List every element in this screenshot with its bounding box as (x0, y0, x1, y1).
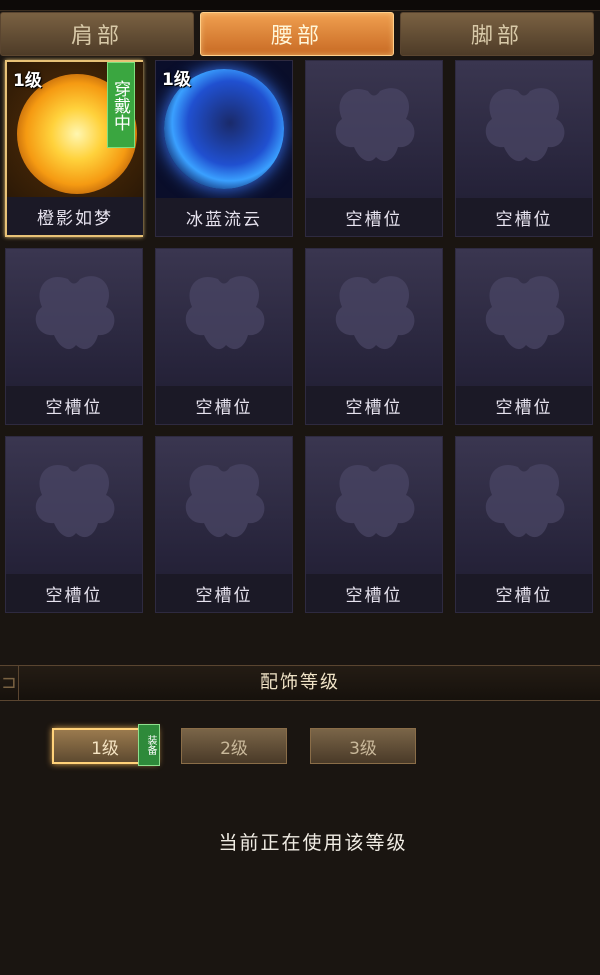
butterfly-icon (456, 437, 592, 575)
tab-waist[interactable]: 腰部 (200, 12, 394, 56)
butterfly-icon (306, 437, 442, 575)
slot-name: 空槽位 (456, 198, 592, 236)
slot-name: 空槽位 (306, 386, 442, 424)
empty-slot[interactable]: 空槽位 (155, 436, 293, 613)
slot-name: 空槽位 (6, 574, 142, 612)
tab-foot[interactable]: 脚部 (400, 12, 594, 56)
butterfly-shape (485, 276, 565, 350)
slot-name: 橙影如梦 (7, 197, 143, 235)
butterfly-shape (335, 88, 415, 162)
section-title: 配饰等级 (260, 672, 340, 693)
butterfly-shape (335, 276, 415, 350)
tab-shoulder[interactable]: 肩部 (0, 12, 194, 56)
empty-slot[interactable]: 空槽位 (305, 436, 443, 613)
accessory-slot[interactable]: 1级 冰蓝流云 (155, 60, 293, 237)
butterfly-shape (335, 464, 415, 538)
butterfly-icon (156, 249, 292, 387)
butterfly-icon (156, 437, 292, 575)
butterfly-shape (35, 276, 115, 350)
level-label: 1级 (162, 70, 191, 90)
empty-slot[interactable]: 空槽位 (305, 60, 443, 237)
butterfly-icon (6, 249, 142, 387)
butterfly-shape (485, 88, 565, 162)
slot-name: 空槽位 (456, 574, 592, 612)
empty-slot[interactable]: 空槽位 (455, 436, 593, 613)
butterfly-shape (185, 276, 265, 350)
tab-bar: 肩部 腰部 脚部 (0, 12, 600, 58)
level-2-button[interactable]: 2级 (181, 728, 287, 764)
butterfly-icon (456, 249, 592, 387)
empty-slot[interactable]: 空槽位 (455, 248, 593, 425)
slot-name: 空槽位 (6, 386, 142, 424)
status-text: 当前正在使用该等级 (218, 832, 408, 854)
accessory-slot[interactable]: 1级 穿戴中 橙影如梦 (5, 60, 143, 237)
empty-slot[interactable]: 空槽位 (155, 248, 293, 425)
level-3-button[interactable]: 3级 (310, 728, 416, 764)
butterfly-icon (306, 61, 442, 199)
wearing-badge: 穿戴中 (107, 62, 135, 148)
butterfly-icon (456, 61, 592, 199)
slot-name: 冰蓝流云 (156, 198, 292, 236)
top-border (0, 0, 600, 11)
slot-name: 空槽位 (156, 386, 292, 424)
empty-slot[interactable]: 空槽位 (5, 248, 143, 425)
butterfly-shape (485, 464, 565, 538)
empty-slot[interactable]: 空槽位 (305, 248, 443, 425)
butterfly-icon (6, 437, 142, 575)
slot-name: 空槽位 (306, 198, 442, 236)
slot-name: 空槽位 (456, 386, 592, 424)
butterfly-shape (35, 464, 115, 538)
section-header: ⊐ 配饰等级 (0, 665, 600, 701)
empty-slot[interactable]: 空槽位 (5, 436, 143, 613)
butterfly-icon (306, 249, 442, 387)
equipped-badge: 装备 (138, 724, 160, 766)
butterfly-shape (185, 464, 265, 538)
level-label: 1级 (13, 71, 42, 91)
slot-name: 空槽位 (156, 574, 292, 612)
slot-name: 空槽位 (306, 574, 442, 612)
empty-slot[interactable]: 空槽位 (455, 60, 593, 237)
